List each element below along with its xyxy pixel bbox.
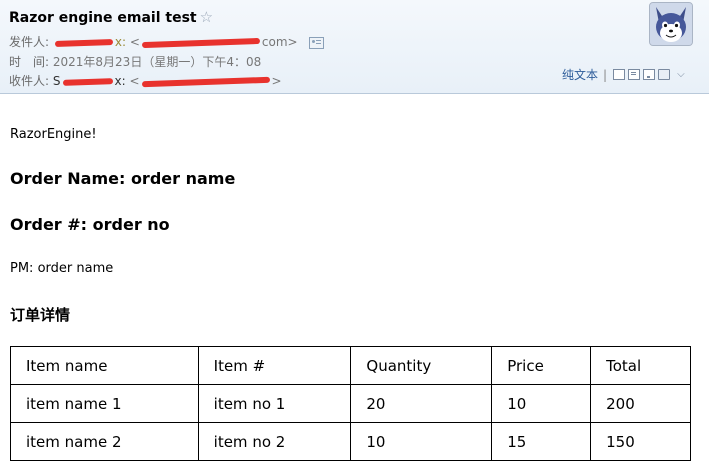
cell-quantity: 10 — [350, 422, 493, 461]
to-addr-open: < — [129, 74, 140, 88]
redaction-mark — [141, 76, 270, 87]
new-window-icon[interactable] — [613, 69, 626, 80]
from-addr-close: com> — [261, 35, 298, 49]
cell-item-no: item no 2 — [197, 422, 352, 461]
cell-total: 200 — [590, 384, 691, 423]
email-subject: Razor engine email test ☆ — [9, 8, 213, 26]
cell-total: 150 — [590, 422, 691, 461]
header-quantity: Quantity — [350, 346, 493, 385]
from-label: 发件人: — [9, 35, 50, 49]
redaction-mark — [54, 38, 113, 47]
cell-item-name: item name 1 — [10, 384, 199, 423]
to-label: 收件人: — [9, 74, 50, 88]
table-row: item name 2 item no 2 10 15 150 — [10, 422, 691, 461]
to-name-fragment: S — [52, 74, 61, 88]
from-addr-open: < — [129, 35, 140, 49]
header-total: Total — [590, 346, 691, 385]
order-name-heading: Order Name: order name — [10, 169, 236, 188]
redaction-mark — [62, 77, 113, 86]
cell-quantity: 20 — [350, 384, 493, 423]
table-row: item name 1 item no 1 20 10 200 — [10, 384, 691, 423]
pm-line: PM: order name — [10, 261, 114, 276]
to-row: 收件人: Sx: < > — [9, 72, 282, 89]
contact-card-icon[interactable] — [309, 36, 325, 49]
to-name-fragment-2: x: — [114, 74, 126, 88]
order-items-table: Item name Item # Quantity Price Total it… — [10, 346, 691, 461]
order-no-heading: Order #: order no — [10, 215, 170, 234]
download-icon[interactable] — [643, 69, 656, 80]
order-details-heading: 订单详情 — [10, 306, 71, 324]
from-row: 发件人: x: < com> — [9, 33, 325, 50]
more-chevron-icon[interactable]: ⌵ — [677, 69, 685, 80]
star-icon[interactable]: ☆ — [200, 8, 213, 26]
time-label: 时 间: — [9, 55, 50, 69]
plain-text-link[interactable]: 纯文本 — [562, 66, 598, 83]
time-row: 时 间: 2021年8月23日（星期一）下午4：08 — [9, 53, 261, 70]
subject-text: Razor engine email test — [9, 10, 197, 26]
avatar-fox[interactable] — [649, 2, 693, 46]
cell-price: 15 — [491, 422, 592, 461]
header-item-no: Item # — [197, 346, 352, 385]
header-item-name: Item name — [10, 346, 199, 385]
redaction-mark — [141, 37, 260, 48]
email-header: Razor engine email test ☆ 发件人: x: < com> 时… — [0, 0, 709, 94]
print-icon[interactable] — [658, 69, 671, 80]
header-price: Price — [491, 346, 592, 385]
time-value: 2021年8月23日（星期一）下午4：08 — [52, 55, 262, 69]
toolbar-separator: | — [603, 67, 608, 82]
from-name-fragment: x: — [114, 35, 127, 49]
intro-text: RazorEngine! — [10, 127, 97, 142]
cell-item-name: item name 2 — [10, 422, 199, 461]
table-header-row: Item name Item # Quantity Price Total — [10, 346, 691, 385]
cell-item-no: item no 1 — [197, 384, 352, 423]
email-toolbar: 纯文本 | ⌵ — [562, 66, 685, 83]
cell-price: 10 — [491, 384, 592, 423]
to-addr-close: > — [271, 74, 282, 88]
print-preview-icon[interactable] — [628, 69, 641, 80]
